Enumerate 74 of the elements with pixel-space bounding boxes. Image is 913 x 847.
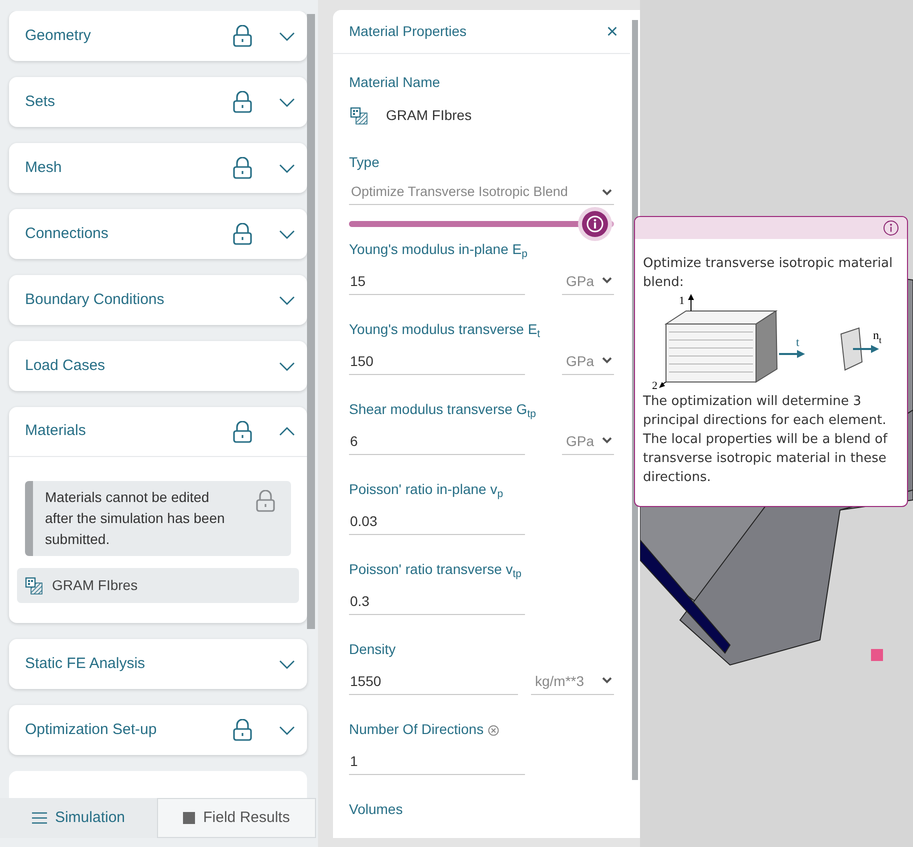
notice-text: Materials cannot be edited after the simulation has been submitted. xyxy=(45,488,225,549)
unit-select[interactable]: GPa xyxy=(562,351,614,375)
field-label: Shear modulus transverse G$_{tp}$ xyxy=(349,400,536,421)
section-title[interactable]: Static FE Analysis xyxy=(25,652,233,676)
axis-label: 2 xyxy=(652,380,658,390)
tooltip-heading: Optimize transverse isotropic material blend: xyxy=(643,255,894,292)
axis-label: 1 xyxy=(679,295,684,307)
section-title[interactable]: Connections xyxy=(25,222,233,246)
section-title[interactable]: Sets xyxy=(25,90,233,114)
unit-select[interactable]: GPa xyxy=(562,431,614,455)
chevron-down-icon xyxy=(602,277,612,284)
info-icon xyxy=(883,220,899,236)
unit-select[interactable]: kg/m**3 xyxy=(531,671,614,695)
chevron-down-icon xyxy=(602,677,612,684)
chevron-up-icon[interactable] xyxy=(279,427,295,436)
panel-title: Material Properties xyxy=(349,22,468,41)
input-field[interactable]: 6 xyxy=(349,431,525,455)
field-label: Material Name xyxy=(349,73,442,92)
input-field[interactable]: 150 xyxy=(349,351,525,375)
chevron-down-icon[interactable] xyxy=(279,32,295,40)
info-icon xyxy=(586,215,604,233)
chevron-down-icon[interactable] xyxy=(279,230,295,238)
field-label: Number Of Directions xyxy=(349,720,484,739)
chevron-down-icon xyxy=(602,357,612,364)
chevron-down-icon[interactable] xyxy=(279,296,295,304)
section-title[interactable]: Load Cases xyxy=(25,354,233,378)
axis-arrow xyxy=(659,382,666,388)
input-field[interactable]: 15 xyxy=(349,271,525,295)
axis-arrow xyxy=(779,350,805,358)
chevron-down-icon[interactable] xyxy=(279,98,295,106)
section-title[interactable]: Materials xyxy=(25,420,233,443)
field-label: Poisson' ratio in-plane v$_{p}$ xyxy=(349,480,504,501)
lock-icon xyxy=(256,490,275,512)
menu-icon xyxy=(32,812,47,824)
chevron-down-icon xyxy=(602,189,612,196)
tab[interactable]: Simulation xyxy=(0,798,157,838)
scrollbar-thumb[interactable] xyxy=(307,14,315,629)
chevron-down-icon[interactable] xyxy=(279,362,295,370)
section-title[interactable]: Mesh xyxy=(25,156,233,180)
material-name: GRAM FIbres xyxy=(386,106,472,125)
square-icon xyxy=(183,812,196,824)
field-label: Type xyxy=(349,153,380,172)
chevron-down-icon xyxy=(602,437,612,444)
normal-arrow xyxy=(853,345,879,353)
field-label: Volumes xyxy=(349,800,404,819)
axis-label: t xyxy=(796,335,800,349)
field-label: Young's modulus transverse E$_{t}$ xyxy=(349,320,540,341)
type-select[interactable]: Optimize Transverse Isotropic Blend xyxy=(349,181,614,205)
tooltip-text: The optimization will determine 3 principal directions for each element. The local properties will be a blend of transverse isotropic material in these directions. xyxy=(643,393,889,487)
axis-label: n$_{t}$ xyxy=(873,328,882,345)
material-icon xyxy=(25,576,43,594)
field-label: Density xyxy=(349,640,396,659)
close-button[interactable]: × xyxy=(606,22,618,42)
chevron-down-icon[interactable] xyxy=(279,726,295,734)
axis-arrow xyxy=(688,294,694,312)
input-field[interactable]: 0.3 xyxy=(349,591,525,615)
section-title[interactable]: Optimization Set-up xyxy=(25,718,233,742)
section-title[interactable]: Geometry xyxy=(25,24,233,48)
slider-thumb[interactable] xyxy=(582,211,608,237)
section-title[interactable]: Boundary Conditions xyxy=(25,288,233,312)
field-label: Young's modulus in-plane E$_{p}$ xyxy=(349,240,528,261)
input-field[interactable]: 1550 xyxy=(349,671,518,695)
tab[interactable]: Field Results xyxy=(157,798,316,838)
material-list-item[interactable]: GRAM FIbres xyxy=(17,568,299,603)
field-label: Poisson' ratio transverse v$_{tp}$ xyxy=(349,560,522,581)
help-icon[interactable] xyxy=(488,724,499,736)
chevron-down-icon[interactable] xyxy=(279,660,295,668)
material-name: GRAM FIbres xyxy=(52,576,138,595)
chevron-down-icon[interactable] xyxy=(279,164,295,172)
input-field[interactable]: 1 xyxy=(349,751,525,775)
plane-drawing xyxy=(840,327,863,371)
material-icon xyxy=(350,106,368,124)
unit-select[interactable]: GPa xyxy=(562,271,614,295)
input-field[interactable]: 0.03 xyxy=(349,511,525,535)
